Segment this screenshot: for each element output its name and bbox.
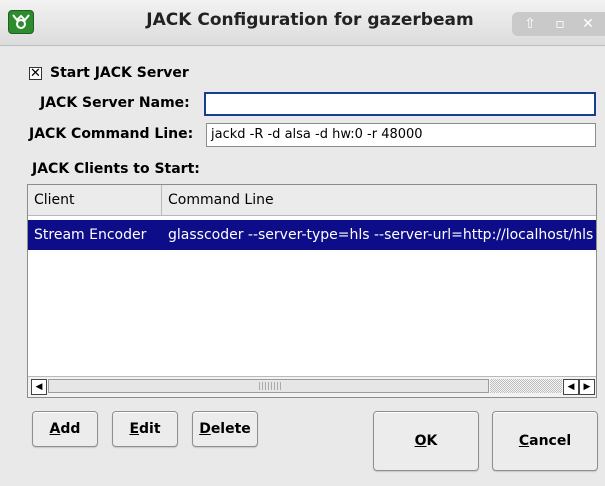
command-line-input[interactable]: jackd -R -d alsa -d hw:0 -r 48000 xyxy=(206,123,596,147)
start-server-label: Start JACK Server xyxy=(50,65,189,81)
edit-button[interactable]: Edit xyxy=(112,411,178,447)
window-title: JACK Configuration for gazerbeam xyxy=(146,10,474,30)
scrollbar-thumb[interactable] xyxy=(48,379,489,393)
close-icon[interactable]: ✕ xyxy=(578,14,598,34)
scroll-right-icon[interactable]: ▶ xyxy=(579,379,595,395)
clients-label: JACK Clients to Start: xyxy=(32,161,200,177)
maximize-icon[interactable]: ▫ xyxy=(550,14,570,34)
start-server-checkbox[interactable]: ✕ xyxy=(29,67,42,80)
clients-list[interactable]: Client Command Line Stream Encoder glass… xyxy=(27,184,597,398)
column-header-client[interactable]: Client xyxy=(28,185,162,216)
command-line-label: JACK Command Line: xyxy=(29,126,194,142)
server-name-input[interactable] xyxy=(204,92,596,116)
scroll-left-icon[interactable]: ◀ xyxy=(31,379,47,395)
window-controls: ⇧ ▫ ✕ xyxy=(512,12,605,36)
scroll-left-small-icon[interactable]: ◀ xyxy=(563,379,579,395)
client-cell: Stream Encoder xyxy=(34,227,147,243)
scrollbar-track[interactable] xyxy=(490,379,562,393)
horizontal-scrollbar[interactable]: ◀ ◀ ▶ xyxy=(28,376,596,397)
server-name-label: JACK Server Name: xyxy=(40,95,190,111)
add-button[interactable]: Add xyxy=(32,411,98,447)
column-header-command-line[interactable]: Command Line xyxy=(162,185,596,216)
delete-button[interactable]: Delete xyxy=(192,411,258,447)
list-item[interactable]: Stream Encoder glasscoder --server-type=… xyxy=(28,220,596,250)
ok-button[interactable]: OK xyxy=(373,411,479,471)
cancel-button[interactable]: Cancel xyxy=(492,411,598,471)
command-cell: glasscoder --server-type=hls --server-ur… xyxy=(168,227,594,243)
title-bar: JACK Configuration for gazerbeam ⇧ ▫ ✕ xyxy=(0,0,605,46)
app-icon xyxy=(8,10,34,34)
up-arrow-icon[interactable]: ⇧ xyxy=(520,14,540,34)
